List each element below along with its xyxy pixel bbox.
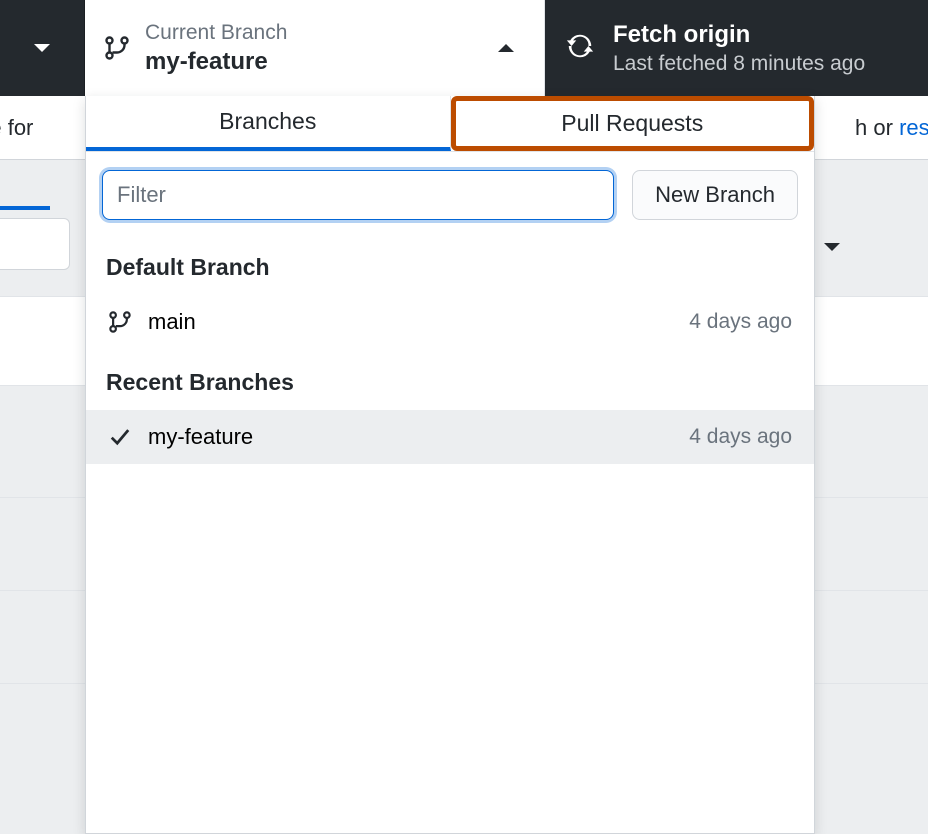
branch-dropdown: Branches Pull Requests New Branch Defaul… <box>85 96 815 834</box>
tab-branches[interactable]: Branches <box>86 96 451 151</box>
bg-text-left: able for <box>0 115 33 141</box>
background-active-tab-fragment <box>0 160 50 210</box>
tab-pull-requests[interactable]: Pull Requests <box>451 96 815 151</box>
git-branch-icon <box>105 33 129 63</box>
branch-labels: Current Branch my-feature <box>145 19 287 77</box>
current-branch-button[interactable]: Current Branch my-feature <box>85 0 545 96</box>
fetch-title: Fetch origin <box>613 19 865 50</box>
branch-time: 4 days ago <box>689 310 792 334</box>
branch-name: my-feature <box>148 424 253 450</box>
section-recent-branches: Recent Branches <box>86 349 814 410</box>
branch-name: main <box>148 309 196 335</box>
chevron-up-icon <box>498 44 514 52</box>
chevron-down-icon[interactable] <box>824 243 840 251</box>
filter-input[interactable] <box>102 170 614 220</box>
branch-row-main[interactable]: main 4 days ago <box>86 295 814 349</box>
dropdown-tabs: Branches Pull Requests <box>86 96 814 152</box>
branch-row-my-feature[interactable]: my-feature 4 days ago <box>86 410 814 464</box>
background-box-fragment <box>0 218 70 270</box>
section-default-branch: Default Branch <box>86 234 814 295</box>
fetch-subtitle: Last fetched 8 minutes ago <box>613 50 865 77</box>
chevron-down-icon <box>34 44 50 52</box>
new-branch-button[interactable]: New Branch <box>632 170 798 220</box>
branch-time: 4 days ago <box>689 425 792 449</box>
current-branch-label: Current Branch <box>145 19 287 46</box>
fetch-labels: Fetch origin Last fetched 8 minutes ago <box>613 19 865 77</box>
git-branch-icon <box>108 310 132 334</box>
bg-link[interactable]: resta <box>899 115 928 140</box>
toolbar: Current Branch my-feature Fetch origin L… <box>0 0 928 96</box>
repo-dropdown-toggle[interactable] <box>0 0 85 96</box>
current-branch-name: my-feature <box>145 46 287 77</box>
bg-text-right: h or resta <box>855 115 928 141</box>
filter-row: New Branch <box>86 152 814 234</box>
fetch-origin-button[interactable]: Fetch origin Last fetched 8 minutes ago <box>545 0 928 96</box>
check-icon <box>108 426 132 448</box>
sync-icon <box>565 31 595 66</box>
